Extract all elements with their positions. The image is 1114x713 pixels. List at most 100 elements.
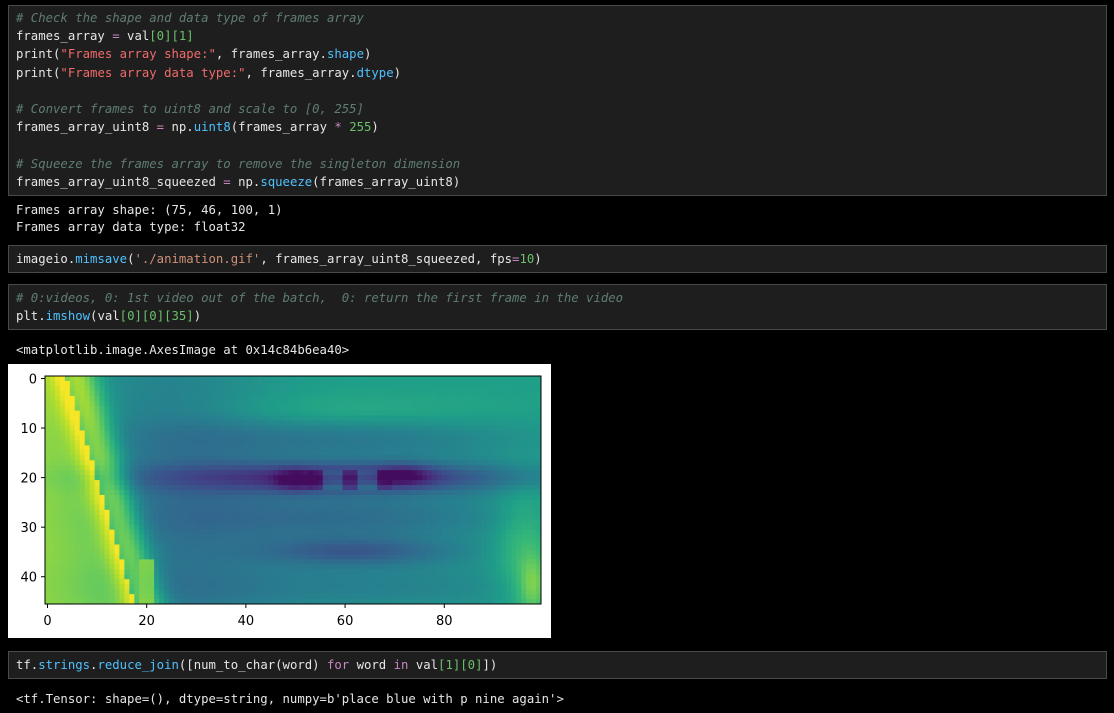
image-pixel bbox=[223, 440, 229, 446]
image-pixel bbox=[466, 376, 472, 382]
image-pixel bbox=[173, 420, 180, 426]
image-pixel bbox=[139, 485, 145, 491]
image-pixel bbox=[119, 539, 125, 545]
image-pixel bbox=[258, 529, 264, 536]
image-pixel bbox=[149, 465, 155, 471]
image-pixel bbox=[476, 475, 482, 481]
image-pixel bbox=[307, 574, 314, 580]
image-pixel bbox=[496, 420, 502, 426]
image-pixel bbox=[302, 574, 309, 580]
image-pixel bbox=[302, 549, 309, 555]
image-pixel bbox=[456, 450, 463, 456]
image-pixel bbox=[407, 514, 413, 521]
image-pixel bbox=[283, 455, 289, 461]
image-pixel bbox=[496, 460, 502, 466]
image-pixel bbox=[456, 549, 463, 555]
image-pixel bbox=[441, 569, 448, 575]
image-pixel bbox=[208, 376, 215, 382]
image-pixel bbox=[417, 490, 423, 496]
image-pixel bbox=[397, 554, 403, 560]
image-pixel bbox=[377, 564, 383, 570]
image-pixel bbox=[506, 509, 512, 516]
image-pixel bbox=[188, 376, 195, 382]
image-pixel bbox=[164, 425, 170, 431]
image-pixel bbox=[491, 425, 497, 431]
image-pixel bbox=[402, 569, 408, 575]
image-pixel bbox=[332, 385, 339, 392]
image-pixel bbox=[288, 514, 294, 521]
code-cell-2[interactable]: imageio.mimsave('./animation.gif', frame… bbox=[8, 245, 1107, 273]
image-pixel bbox=[297, 564, 304, 570]
image-pixel bbox=[436, 465, 443, 471]
image-pixel bbox=[144, 519, 150, 526]
image-pixel bbox=[169, 415, 175, 422]
image-pixel bbox=[223, 430, 229, 436]
image-pixel bbox=[248, 584, 254, 590]
image-pixel bbox=[89, 549, 95, 555]
image-pixel bbox=[54, 480, 61, 486]
code-cell-1[interactable]: # Check the shape and data type of frame… bbox=[8, 5, 1107, 196]
image-pixel bbox=[466, 549, 472, 555]
image-pixel bbox=[69, 380, 76, 387]
image-pixel bbox=[332, 380, 339, 387]
image-pixel bbox=[426, 450, 433, 456]
image-pixel bbox=[387, 579, 393, 585]
image-pixel bbox=[218, 594, 224, 600]
image-pixel bbox=[169, 460, 175, 466]
image-pixel bbox=[218, 480, 224, 486]
image-pixel bbox=[456, 425, 463, 431]
image-pixel bbox=[198, 450, 205, 456]
image-pixel bbox=[456, 445, 463, 451]
image-pixel bbox=[45, 455, 51, 461]
image-pixel bbox=[178, 400, 185, 407]
image-pixel bbox=[243, 475, 249, 481]
image-pixel bbox=[84, 480, 91, 486]
image-pixel bbox=[526, 490, 532, 496]
image-pixel bbox=[193, 539, 200, 545]
image-pixel bbox=[94, 569, 100, 575]
image-pixel bbox=[178, 485, 185, 491]
image-pixel bbox=[377, 534, 383, 540]
code-cell-4[interactable]: tf.strings.reduce_join([num_to_char(word… bbox=[8, 651, 1107, 679]
image-pixel bbox=[268, 564, 274, 570]
image-pixel bbox=[268, 544, 274, 550]
image-pixel bbox=[362, 430, 368, 436]
image-pixel bbox=[312, 579, 319, 585]
image-pixel bbox=[233, 440, 239, 446]
image-pixel bbox=[109, 564, 115, 570]
image-pixel bbox=[367, 445, 373, 451]
image-pixel bbox=[273, 554, 279, 560]
image-pixel bbox=[233, 554, 239, 560]
image-pixel bbox=[426, 380, 433, 387]
image-pixel bbox=[114, 554, 120, 560]
image-pixel bbox=[84, 569, 91, 575]
image-pixel bbox=[233, 415, 239, 422]
image-pixel bbox=[476, 465, 482, 471]
image-pixel bbox=[263, 385, 269, 392]
image-pixel bbox=[387, 490, 393, 496]
image-pixel bbox=[208, 509, 215, 516]
image-pixel bbox=[297, 569, 304, 575]
image-pixel bbox=[337, 380, 343, 387]
image-pixel bbox=[283, 559, 289, 565]
image-pixel bbox=[223, 425, 229, 431]
image-pixel bbox=[347, 410, 353, 417]
image-pixel bbox=[476, 415, 482, 422]
code-cell-3[interactable]: # 0:videos, 0: 1st video out of the batc… bbox=[8, 284, 1107, 330]
image-pixel bbox=[114, 400, 120, 407]
image-pixel bbox=[94, 549, 100, 555]
image-pixel bbox=[228, 390, 234, 397]
image-pixel bbox=[496, 376, 502, 382]
image-pixel bbox=[397, 405, 403, 412]
image-pixel bbox=[526, 499, 532, 506]
image-pixel bbox=[362, 579, 368, 585]
image-pixel bbox=[114, 494, 120, 501]
image-pixel bbox=[154, 509, 160, 516]
image-pixel bbox=[59, 514, 66, 521]
image-pixel bbox=[233, 460, 239, 466]
image-pixel bbox=[481, 519, 487, 526]
image-pixel bbox=[144, 544, 150, 550]
image-pixel bbox=[149, 490, 155, 496]
image-pixel bbox=[496, 559, 502, 565]
image-pixel bbox=[203, 519, 210, 526]
